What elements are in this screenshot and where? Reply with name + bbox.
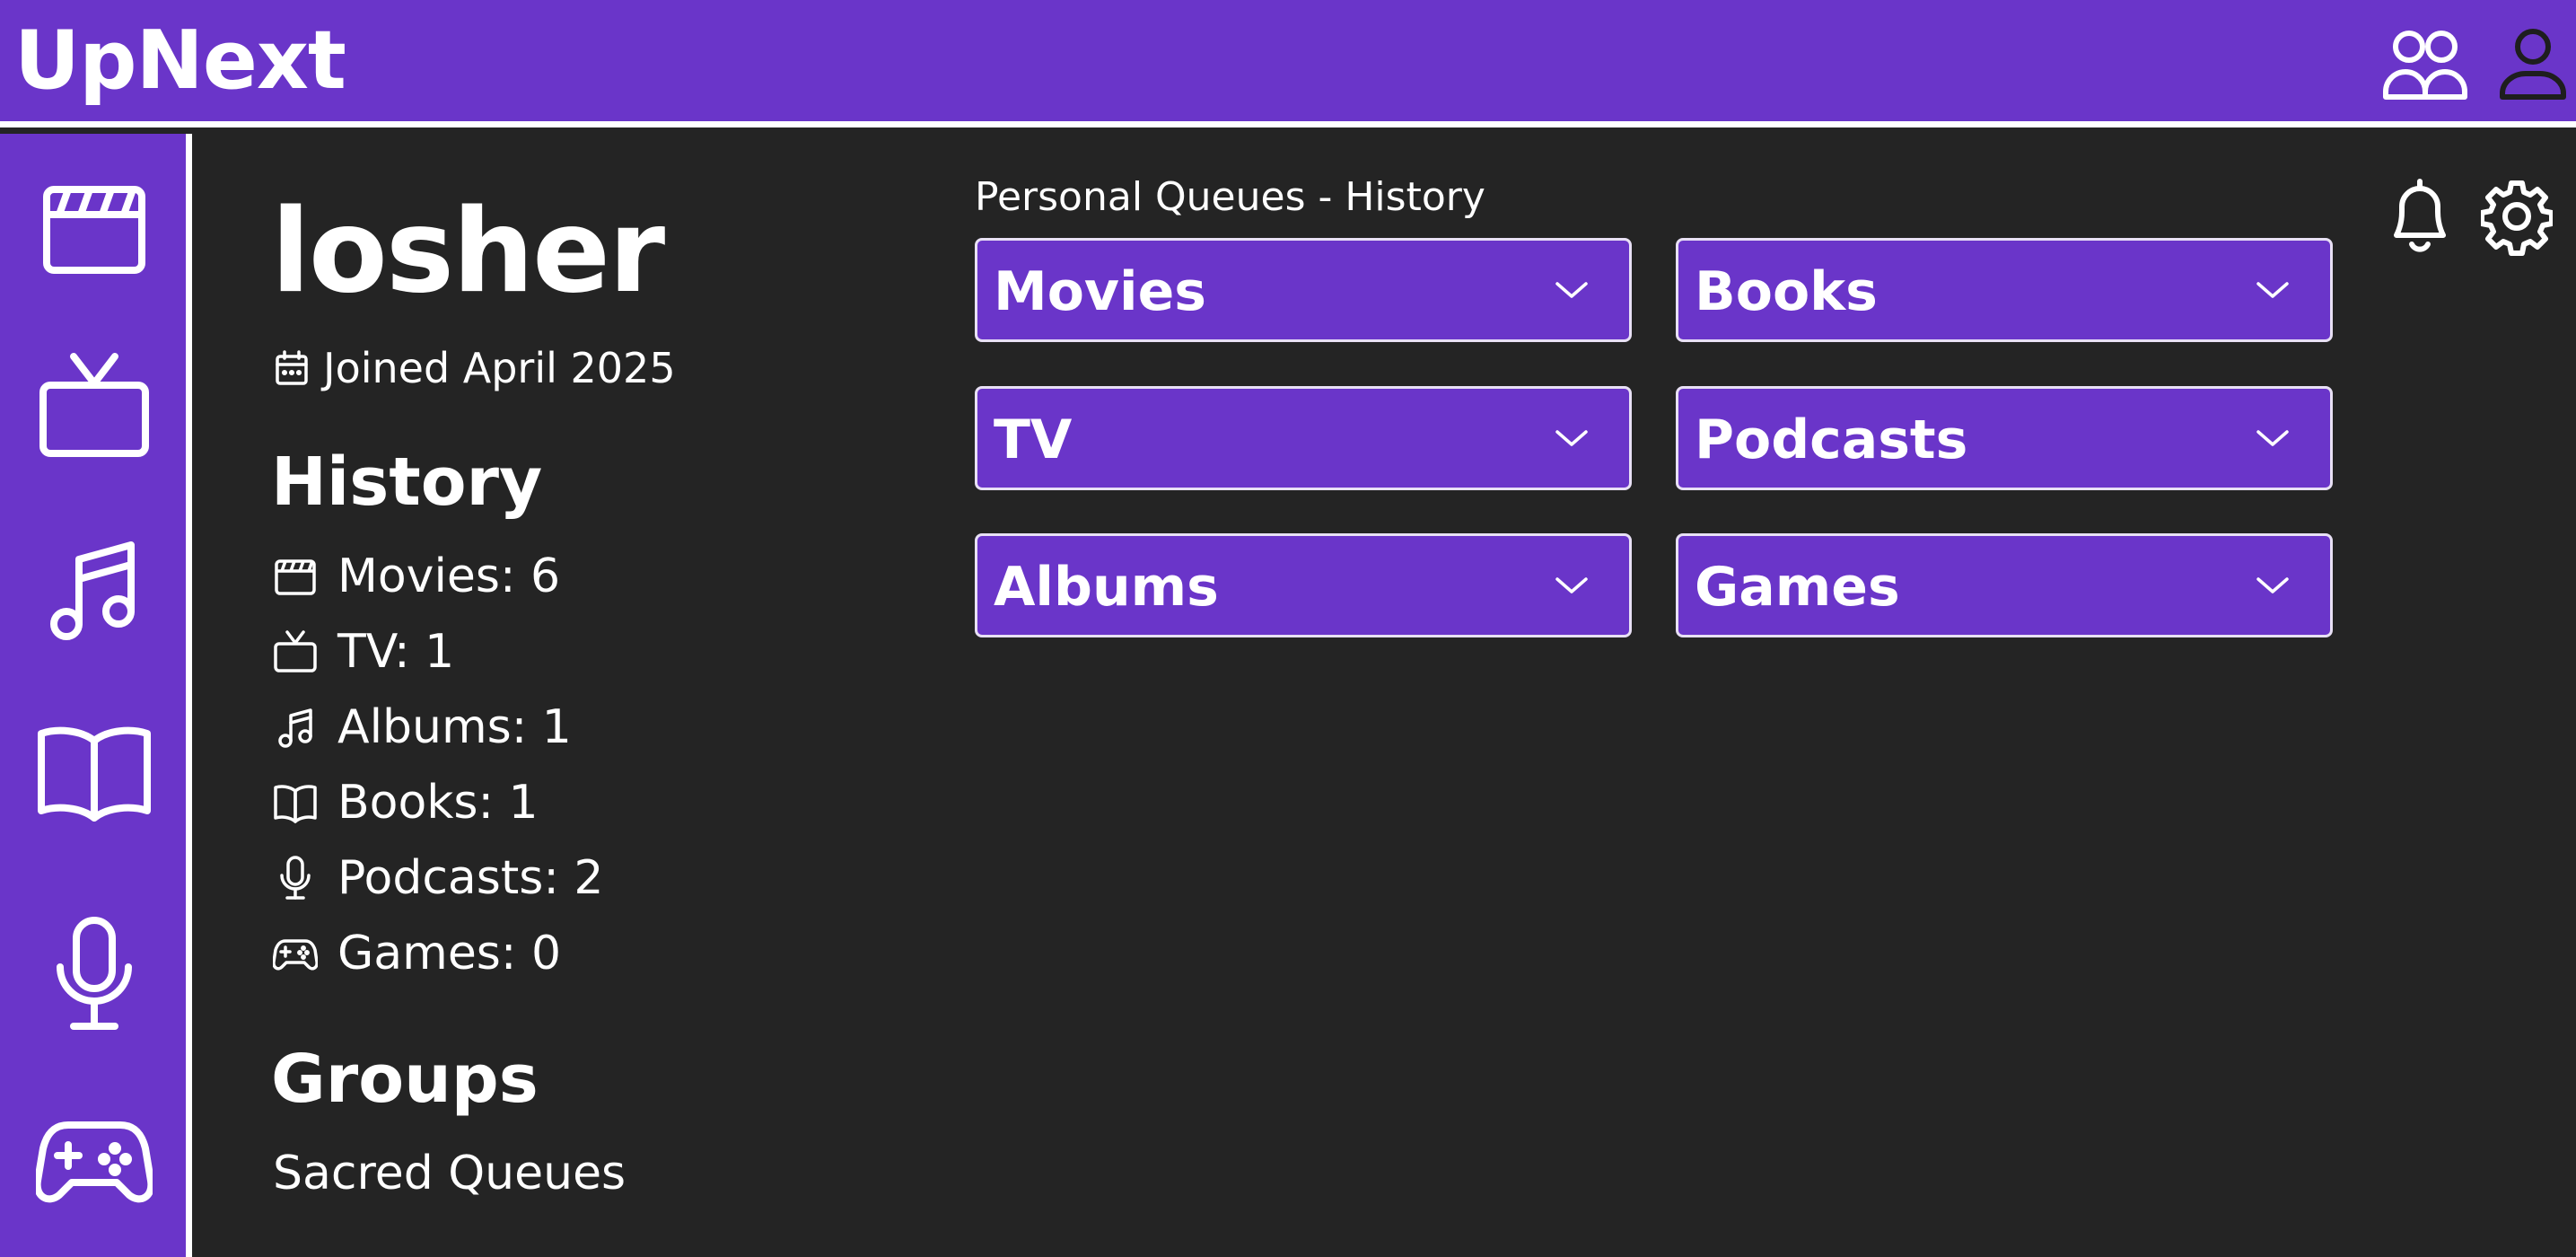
tv-icon <box>39 353 149 457</box>
movie-clapperboard-icon <box>43 186 145 274</box>
queue-dropdown-label: Movies <box>994 260 1207 323</box>
microphone-icon <box>273 856 318 901</box>
queue-dropdown-tv[interactable]: TV <box>975 386 1632 490</box>
chevron-down-icon <box>2255 572 2291 599</box>
gamepad-icon <box>272 931 319 976</box>
app-title[interactable]: UpNext <box>14 16 346 106</box>
history-heading: History <box>271 444 543 521</box>
history-stat-label: TV: 1 <box>337 625 455 679</box>
history-stat-label: Movies: 6 <box>337 549 561 603</box>
sidebar-item-albums[interactable] <box>36 532 153 649</box>
book-icon <box>273 780 318 825</box>
group-link-sacred-queues[interactable]: Sacred Queues <box>273 1145 626 1202</box>
queue-dropdown-label: Books <box>1695 260 1878 323</box>
history-stat-label: Books: 1 <box>337 776 539 830</box>
music-note-icon <box>273 705 318 750</box>
user-profile-icon[interactable] <box>2493 25 2572 102</box>
chevron-down-icon <box>2255 277 2291 303</box>
tv-icon <box>273 629 318 674</box>
settings-gear-icon[interactable] <box>2479 176 2554 257</box>
sidebar-item-tv[interactable] <box>36 349 153 466</box>
book-icon <box>38 726 151 822</box>
queues-heading: Personal Queues - History <box>975 174 1485 220</box>
queue-dropdown-podcasts[interactable]: Podcasts <box>1676 386 2333 490</box>
calendar-icon <box>276 350 308 385</box>
username-heading: losher <box>271 185 665 319</box>
history-stat-label: Games: 0 <box>337 927 562 980</box>
music-note-icon <box>50 541 135 640</box>
sidebar-item-books[interactable] <box>36 714 153 831</box>
queue-dropdown-games[interactable]: Games <box>1676 533 2333 637</box>
sidebar-item-movies[interactable] <box>36 171 153 288</box>
chevron-down-icon <box>1554 425 1590 452</box>
chevron-down-icon <box>2255 425 2291 452</box>
history-stat-tv: TV: 1 <box>273 623 454 681</box>
gamepad-icon <box>33 1121 155 1203</box>
queue-dropdown-movies[interactable]: Movies <box>975 238 1632 342</box>
groups-heading: Groups <box>271 1041 539 1118</box>
queue-dropdown-albums[interactable]: Albums <box>975 533 1632 637</box>
sidebar <box>0 134 192 1257</box>
sidebar-item-games[interactable] <box>33 1103 155 1220</box>
queue-dropdown-books[interactable]: Books <box>1676 238 2333 342</box>
history-stat-albums: Albums: 1 <box>273 699 572 756</box>
clapperboard-icon <box>273 554 318 599</box>
history-stat-podcasts: Podcasts: 2 <box>273 849 604 907</box>
sidebar-item-podcasts[interactable] <box>36 917 153 1033</box>
top-header: UpNext <box>0 0 2576 127</box>
microphone-icon <box>57 917 132 1030</box>
history-stat-label: Albums: 1 <box>337 700 572 754</box>
queue-dropdown-label: Podcasts <box>1695 409 1968 471</box>
history-stat-books: Books: 1 <box>273 774 539 831</box>
history-stat-games: Games: 0 <box>272 925 562 982</box>
history-stat-movies: Movies: 6 <box>273 548 560 605</box>
queue-dropdown-label: Games <box>1695 556 1900 619</box>
chevron-down-icon <box>1554 277 1590 303</box>
queue-dropdown-label: TV <box>994 409 1073 471</box>
queue-dropdown-label: Albums <box>994 556 1219 619</box>
joined-date: Joined April 2025 <box>273 343 676 393</box>
joined-text: Joined April 2025 <box>323 344 676 392</box>
groups-icon[interactable] <box>2380 25 2470 102</box>
history-stat-label: Podcasts: 2 <box>337 851 604 905</box>
bell-icon[interactable] <box>2384 176 2456 257</box>
chevron-down-icon <box>1554 572 1590 599</box>
